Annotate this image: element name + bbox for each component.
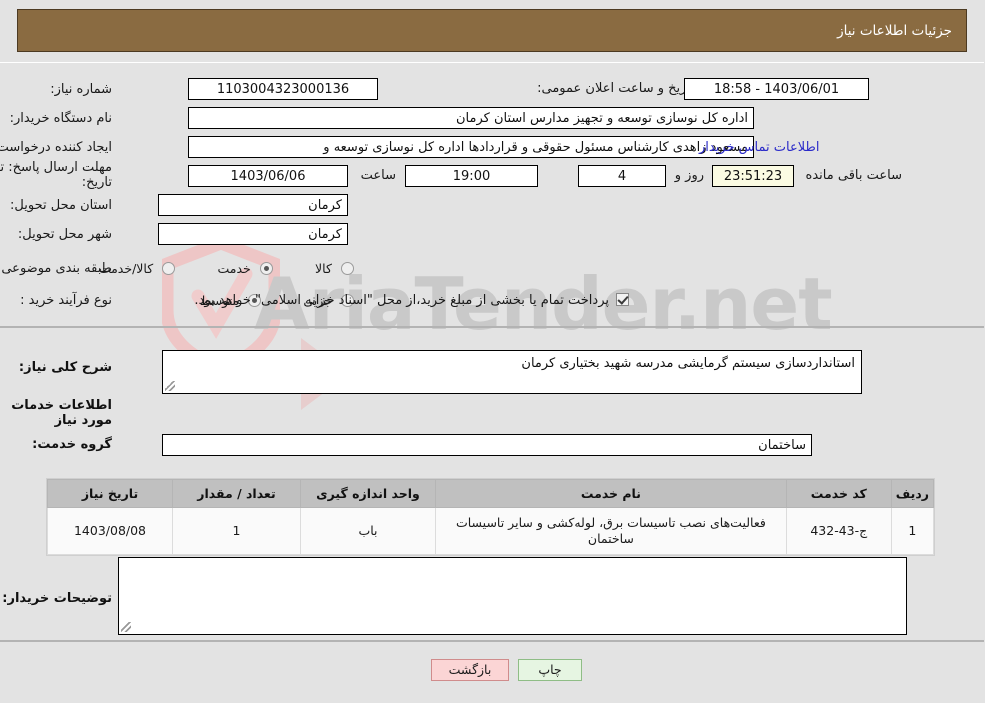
col-code: کد خدمت bbox=[786, 479, 893, 508]
islamic-treasury-checkbox[interactable] bbox=[617, 293, 630, 306]
table-header-row: ردیف کد خدمت نام خدمت واحد اندازه گیری ت… bbox=[48, 479, 936, 508]
category-option-1[interactable]: خدمت bbox=[209, 258, 274, 277]
need-info-panel bbox=[0, 62, 985, 328]
cell-unit: باب bbox=[301, 507, 437, 555]
cell-date: 1403/08/08 bbox=[48, 507, 174, 555]
islamic-treasury-note: پرداخت تمام یا بخشی از مبلغ خرید،از محل … bbox=[195, 293, 610, 308]
col-date: تاریخ نیاز bbox=[48, 479, 174, 508]
buyer-org-value: اداره کل نوسازی توسعه و تجهیز مدارس استا… bbox=[189, 107, 755, 129]
col-index: ردیف bbox=[891, 479, 936, 508]
need-number-value: 1103004323000136 bbox=[189, 78, 379, 100]
back-button[interactable]: بازگشت bbox=[432, 659, 510, 681]
buyer-notes-label: توضیحات خریدار: bbox=[3, 591, 113, 606]
category-option-2[interactable]: کالا/خدمت bbox=[96, 258, 177, 277]
radio-icon[interactable] bbox=[163, 262, 177, 275]
service-group-label: گروه خدمت: bbox=[33, 437, 113, 452]
public-announce-label: تاریخ و ساعت اعلان عمومی: bbox=[538, 81, 695, 96]
service-group-value: ساختمان bbox=[163, 434, 813, 456]
remaining-days-value: 4 bbox=[579, 165, 667, 187]
category-option-0[interactable]: کالا bbox=[307, 258, 355, 277]
buyer-notes-textarea[interactable] bbox=[119, 557, 908, 635]
description-textarea[interactable]: استانداردسازی سیستم گرمایشی مدرسه شهید ب… bbox=[163, 350, 863, 394]
deadline-label: مهلت ارسال پاسخ: تا تاریخ: bbox=[0, 160, 113, 190]
table-row: 1 ج-43-432 فعالیت‌های نصب تاسیسات برق، ل… bbox=[48, 507, 936, 555]
city-value: کرمان bbox=[159, 223, 349, 245]
header-bar: جزئیات اطلاعات نیاز bbox=[18, 9, 968, 52]
public-announce-value: 1403/06/01 - 18:58 bbox=[685, 78, 870, 100]
buyer-org-label: نام دستگاه خریدار: bbox=[10, 110, 113, 126]
process-label-row: نوع فرآیند خرید : bbox=[1, 290, 113, 310]
col-unit: واحد اندازه گیری bbox=[301, 479, 437, 508]
city-label: شهر محل تحویل: bbox=[18, 226, 113, 242]
category-option-2-label: کالا/خدمت bbox=[99, 261, 155, 276]
services-section-title: اطلاعات خدمات مورد نیاز bbox=[12, 398, 113, 428]
deadline-time-label: ساعت bbox=[361, 168, 397, 183]
remaining-clock-label: ساعت باقی مانده bbox=[806, 168, 903, 183]
services-table-wrapper: ردیف کد خدمت نام خدمت واحد اندازه گیری ت… bbox=[47, 478, 936, 556]
col-quantity: تعداد / مقدار bbox=[173, 479, 302, 508]
page-root: AriaTender.net جزئیات اطلاعات نیاز شماره… bbox=[0, 0, 985, 703]
category-option-1-label: خدمت bbox=[218, 261, 252, 276]
print-button[interactable]: چاپ bbox=[519, 659, 583, 681]
radio-icon[interactable] bbox=[260, 262, 274, 275]
description-label: شرح کلی نیاز: bbox=[19, 360, 113, 375]
remaining-days-label: روز و bbox=[675, 168, 705, 183]
deadline-label-line1: مهلت ارسال پاسخ: تا bbox=[0, 160, 113, 175]
page-title: جزئیات اطلاعات نیاز bbox=[838, 23, 953, 39]
province-label: استان محل تحویل: bbox=[11, 197, 113, 213]
province-value: کرمان bbox=[159, 194, 349, 216]
city-label-row: شهر محل تحویل: bbox=[1, 223, 113, 245]
category-option-0-label: کالا bbox=[316, 261, 333, 276]
cell-name: فعالیت‌های نصب تاسیسات برق، لوله‌کشی و س… bbox=[436, 507, 788, 555]
services-table: ردیف کد خدمت نام خدمت واحد اندازه گیری ت… bbox=[48, 479, 936, 555]
cell-quantity: 1 bbox=[173, 507, 302, 555]
cell-code: ج-43-432 bbox=[786, 507, 893, 555]
deadline-label-line2: تاریخ: bbox=[82, 175, 113, 190]
buyer-contact-link[interactable]: اطلاعات تماس خریدار bbox=[700, 140, 820, 155]
col-name: نام خدمت bbox=[436, 479, 788, 508]
category-radio-group: کالا خدمت کالا/خدمت bbox=[96, 258, 355, 277]
buyer-org-label-row: نام دستگاه خریدار: bbox=[5, 107, 113, 129]
need-number-label: شماره نیاز: bbox=[51, 81, 113, 97]
cell-index: 1 bbox=[891, 507, 936, 555]
creator-label-row: ایجاد کننده درخواست: bbox=[0, 136, 113, 158]
process-label: نوع فرآیند خرید : bbox=[21, 292, 113, 308]
deadline-date-value: 1403/06/06 bbox=[189, 165, 349, 187]
province-label-row: استان محل تحویل: bbox=[1, 194, 113, 216]
remaining-clock-value: 23:51:23 bbox=[713, 165, 795, 187]
creator-label: ایجاد کننده درخواست: bbox=[0, 139, 113, 155]
deadline-time-value: 19:00 bbox=[406, 165, 539, 187]
creator-value: مسعود زاهدی کارشناس مسئول حقوقی و قراردا… bbox=[189, 136, 755, 158]
need-number-label-row: شماره نیاز: bbox=[5, 78, 113, 100]
radio-icon[interactable] bbox=[342, 262, 355, 275]
